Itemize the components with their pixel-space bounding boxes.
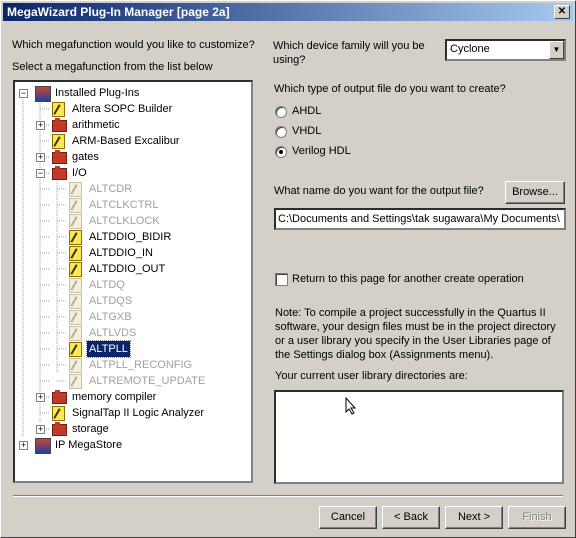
tree-item-label: Altera SOPC Builder bbox=[72, 103, 173, 115]
tree-item-label: ALTCLKCTRL bbox=[89, 199, 159, 211]
finish-button[interactable]: Finish bbox=[508, 506, 566, 529]
tree-item-label: ALTDQS bbox=[89, 295, 133, 307]
tree-item-label: ALTDDIO_BIDIR bbox=[89, 231, 172, 243]
wizard-icon bbox=[69, 198, 82, 213]
radio-ahdl-label: AHDL bbox=[292, 105, 322, 117]
radio-verilog-hdl[interactable] bbox=[275, 146, 287, 158]
folder-icon bbox=[52, 150, 67, 164]
return-checkbox[interactable] bbox=[275, 273, 288, 286]
tree-item-label: storage bbox=[72, 423, 109, 435]
library-label: Your current user library directories ar… bbox=[275, 370, 468, 382]
browse-button[interactable]: Browse... bbox=[505, 181, 565, 204]
tree-item-label: SignalTap II Logic Analyzer bbox=[72, 407, 205, 419]
tree-item-label: ALTDDIO_IN bbox=[89, 247, 153, 259]
output-type-question: Which type of output file do you want to… bbox=[274, 83, 506, 95]
library-directories-list[interactable] bbox=[274, 390, 564, 484]
device-family-select[interactable]: Cyclone ▼ bbox=[445, 39, 566, 61]
compile-note: Note: To compile a project successfully … bbox=[275, 307, 556, 361]
wizard-icon bbox=[52, 102, 65, 117]
wizard-icon bbox=[69, 230, 82, 245]
radio-vhdl-label: VHDL bbox=[292, 125, 322, 137]
tree-item-label: ALTREMOTE_UPDATE bbox=[89, 375, 206, 387]
megafunction-instruction: Select a megafunction from the list belo… bbox=[12, 61, 213, 73]
tree-item-label: ALTCLKLOCK bbox=[89, 215, 160, 227]
wizard-icon bbox=[69, 182, 82, 197]
tree-item-label: ALTDQ bbox=[89, 279, 125, 291]
wizard-icon bbox=[69, 374, 82, 389]
wizard-icon bbox=[69, 246, 82, 261]
expand-icon[interactable]: + bbox=[19, 441, 28, 450]
folder-icon bbox=[52, 390, 67, 404]
tree-item-label: ALTDDIO_OUT bbox=[89, 263, 166, 275]
tree-item-label: I/O bbox=[72, 167, 87, 179]
wizard-icon bbox=[52, 406, 65, 421]
footer-separator bbox=[13, 495, 563, 497]
plugins-root-icon bbox=[35, 86, 51, 102]
output-file-input[interactable]: C:\Documents and Settings\tak sugawara\M… bbox=[274, 208, 566, 230]
megafunction-tree[interactable]: − Installed Plug-Ins Altera SOPC Builder + a… bbox=[13, 80, 253, 483]
collapse-icon[interactable]: − bbox=[36, 169, 45, 178]
tree-item-label: ALTPLL bbox=[86, 340, 131, 358]
radio-vhdl[interactable] bbox=[275, 126, 287, 138]
chevron-down-icon[interactable]: ▼ bbox=[549, 41, 564, 59]
folder-icon bbox=[52, 166, 67, 180]
tree-item-label: ALTCDR bbox=[89, 183, 133, 195]
expand-icon[interactable]: + bbox=[36, 393, 45, 402]
return-checkbox-label: Return to this page for another create o… bbox=[292, 273, 524, 285]
next-button[interactable]: Next > bbox=[445, 506, 503, 529]
device-family-question: Which device family will you be using? bbox=[273, 40, 425, 66]
tree-item-label: ALTGXB bbox=[89, 311, 132, 323]
wizard-icon bbox=[52, 134, 65, 149]
megafunction-question: Which megafunction would you like to cus… bbox=[12, 39, 255, 51]
wizard-icon bbox=[69, 278, 82, 293]
output-name-question: What name do you want for the output fil… bbox=[274, 185, 484, 197]
expand-icon[interactable]: + bbox=[36, 121, 45, 130]
radio-verilog-hdl-label: Verilog HDL bbox=[292, 145, 351, 157]
tree-item-label: ALTLVDS bbox=[89, 327, 137, 339]
title-bar: MegaWizard Plug-In Manager [page 2a] ✕ bbox=[3, 3, 573, 21]
tree-item-label: ARM-Based Excalibur bbox=[72, 135, 180, 147]
wizard-icon bbox=[69, 214, 82, 229]
radio-ahdl[interactable] bbox=[275, 106, 287, 118]
expand-icon[interactable]: + bbox=[36, 153, 45, 162]
cancel-button[interactable]: Cancel bbox=[319, 506, 377, 529]
megastore-icon bbox=[35, 438, 51, 454]
tree-item-label: Installed Plug-Ins bbox=[55, 87, 140, 99]
close-button[interactable]: ✕ bbox=[554, 5, 570, 19]
wizard-icon bbox=[69, 294, 82, 309]
folder-icon bbox=[52, 118, 67, 132]
wizard-window: MegaWizard Plug-In Manager [page 2a] ✕ W… bbox=[0, 0, 576, 538]
wizard-icon bbox=[69, 262, 82, 277]
window-title: MegaWizard Plug-In Manager [page 2a] bbox=[7, 5, 230, 19]
tree-item-label: IP MegaStore bbox=[55, 439, 123, 451]
tree-item-label: memory compiler bbox=[72, 391, 157, 403]
device-family-value: Cyclone bbox=[450, 43, 490, 55]
back-button[interactable]: < Back bbox=[382, 506, 440, 529]
wizard-icon bbox=[69, 310, 82, 325]
wizard-icon bbox=[69, 358, 82, 373]
folder-icon bbox=[52, 422, 67, 436]
collapse-icon[interactable]: − bbox=[19, 89, 28, 98]
wizard-icon bbox=[69, 342, 82, 357]
tree-item-label: gates bbox=[72, 151, 99, 163]
tree-item-label: ALTPLL_RECONFIG bbox=[89, 359, 193, 371]
mouse-cursor-icon bbox=[345, 397, 357, 415]
expand-icon[interactable]: + bbox=[36, 425, 45, 434]
tree-item-label: arithmetic bbox=[72, 119, 120, 131]
wizard-icon bbox=[69, 326, 82, 341]
